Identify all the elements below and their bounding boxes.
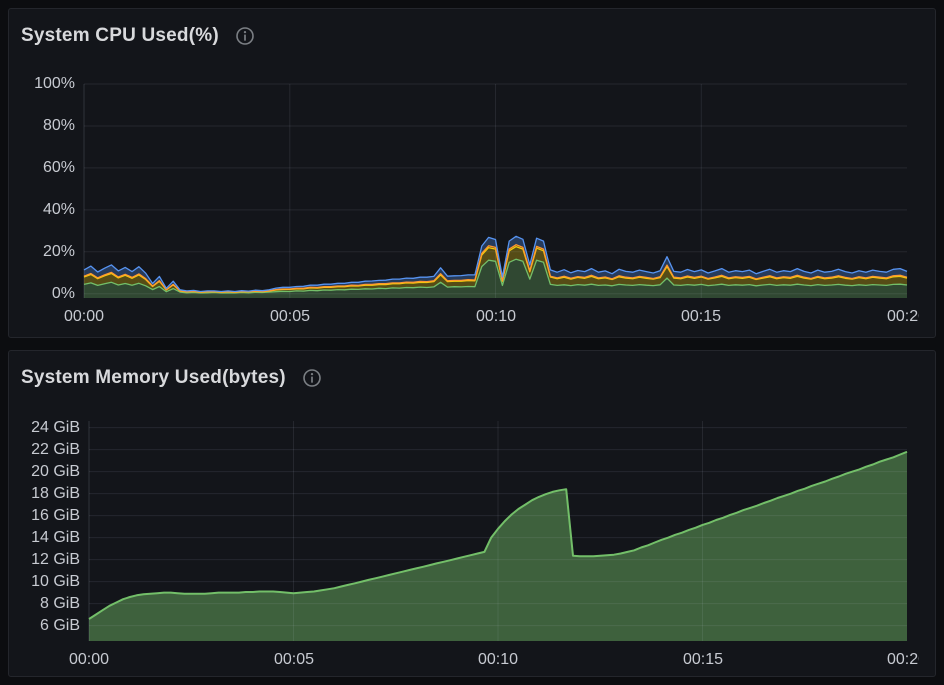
- panel-title: System Memory Used(bytes): [21, 367, 286, 389]
- panel-title: System CPU Used(%): [21, 25, 219, 47]
- x-tick-label: 00:00: [24, 305, 144, 329]
- y-tick-label: 18 GiB: [9, 483, 80, 505]
- panel-memory: System Memory Used(bytes) 6 GiB8 GiB10 G…: [8, 350, 936, 677]
- y-tick-label: 6 GiB: [9, 615, 80, 637]
- y-tick-label: 10 GiB: [9, 571, 80, 593]
- info-icon[interactable]: [235, 26, 255, 46]
- y-tick-label: 12 GiB: [9, 549, 80, 571]
- x-tick-label: 00:00: [29, 648, 149, 672]
- y-tick-label: 60%: [9, 157, 75, 179]
- x-tick-label: 00:15: [641, 305, 761, 329]
- y-tick-label: 14 GiB: [9, 527, 80, 549]
- x-tick-label: 00:05: [230, 305, 350, 329]
- y-tick-label: 24 GiB: [9, 417, 80, 439]
- x-tick-label: 00:15: [643, 648, 763, 672]
- y-tick-label: 8 GiB: [9, 593, 80, 615]
- x-tick-label: 00:05: [234, 648, 354, 672]
- x-axis-labels: 00:00 00:05 00:10 00:15 00:20: [9, 305, 919, 329]
- y-tick-label: 22 GiB: [9, 439, 80, 461]
- y-tick-label: 20 GiB: [9, 461, 80, 483]
- panel-cpu: System CPU Used(%) 0% 20% 40% 60% 80% 100% 00:…: [8, 8, 936, 338]
- dashboard-root: { "theme": { "page_bg": "#0c0d10", "pane…: [0, 0, 944, 685]
- y-tick-label: 100%: [9, 73, 75, 95]
- y-tick-label: 20%: [9, 241, 75, 263]
- x-tick-label: 00:20: [847, 305, 919, 329]
- y-tick-label: 16 GiB: [9, 505, 80, 527]
- x-tick-label: 00:20: [847, 648, 919, 672]
- info-icon[interactable]: [302, 368, 322, 388]
- panel-header: System Memory Used(bytes): [21, 364, 322, 392]
- y-tick-label: 40%: [9, 199, 75, 221]
- y-tick-label: 0%: [9, 283, 75, 305]
- cpu-chart[interactable]: [9, 9, 936, 338]
- panel-header: System CPU Used(%): [21, 22, 255, 50]
- x-tick-label: 00:10: [436, 305, 556, 329]
- x-tick-label: 00:10: [438, 648, 558, 672]
- y-tick-label: 80%: [9, 115, 75, 137]
- x-axis-labels: 00:00 00:05 00:10 00:15 00:20: [9, 648, 919, 672]
- memory-chart[interactable]: [9, 351, 936, 677]
